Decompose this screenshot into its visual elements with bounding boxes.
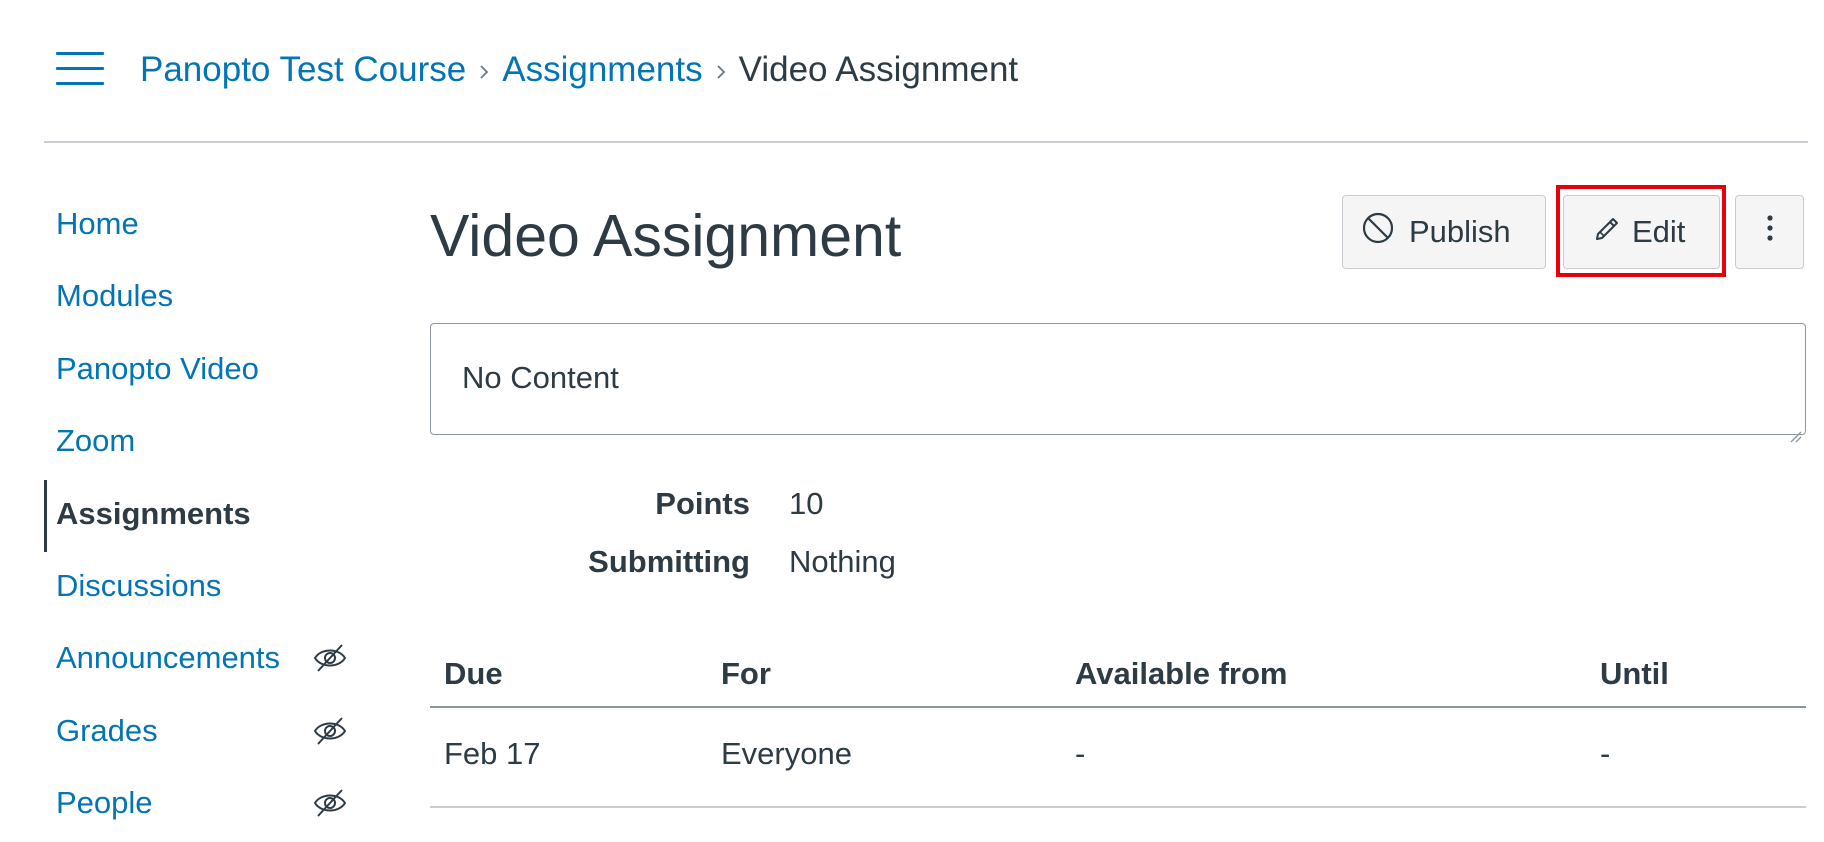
detail-label: Submitting (588, 544, 750, 579)
column-header-until: Until (1600, 656, 1669, 691)
table-cell-for: Everyone (721, 736, 852, 771)
detail-label: Points (655, 486, 750, 521)
column-header-available-from: Available from (1075, 656, 1288, 691)
breadcrumb: Panopto Test Course Assignments Video As… (140, 46, 1018, 94)
sidebar-item-home[interactable]: Home (44, 190, 364, 262)
table-cell-available-from: - (1075, 736, 1086, 771)
resize-grip-icon[interactable] (1786, 415, 1802, 443)
sidebar-item-discussions[interactable]: Discussions (44, 552, 364, 624)
detail-value: Nothing (789, 544, 896, 579)
table-row: Feb 17 Everyone - - (430, 708, 1806, 808)
breadcrumb-assignments[interactable]: Assignments (502, 50, 702, 90)
chevron-right-icon (703, 50, 739, 90)
dates-table: Due For Available from Until Feb 17 Ever… (430, 650, 1806, 808)
sidebar-item-label: Discussions (56, 567, 222, 603)
sidebar-item-label: Announcements (56, 640, 281, 676)
description-box: No Content (430, 323, 1806, 443)
publish-button-label: Publish (1409, 214, 1511, 249)
assignment-details: Points 10 Submitting Nothing (430, 480, 1130, 596)
pencil-icon (1592, 212, 1624, 252)
table-cell-due: Feb 17 (444, 736, 541, 771)
sidebar-item-label: Zoom (56, 423, 136, 459)
sidebar-item-label: Home (56, 206, 139, 241)
sidebar-item-label: Assignments (56, 495, 251, 531)
more-options-button[interactable] (1735, 195, 1804, 269)
detail-row-points: Points 10 (430, 480, 1130, 538)
table-header: Due For Available from Until (430, 650, 1806, 708)
description-text: No Content (462, 360, 619, 395)
sidebar-item-announcements[interactable]: Announcements (44, 624, 364, 696)
page-title: Video Assignment (430, 203, 902, 269)
eye-slash-icon (312, 642, 348, 674)
sidebar-item-label: Grades (56, 712, 158, 748)
sidebar-item-panopto-video[interactable]: Panopto Video (44, 335, 364, 407)
column-header-for: For (721, 656, 771, 691)
sidebar-item-grades[interactable]: Grades (44, 697, 364, 769)
detail-value: 10 (789, 486, 824, 521)
eye-slash-icon (312, 787, 348, 819)
breadcrumb-course[interactable]: Panopto Test Course (140, 50, 466, 90)
sidebar-item-label: Modules (56, 278, 174, 314)
sidebar-item-modules[interactable]: Modules (44, 262, 364, 334)
sidebar-item-label: Panopto Video (56, 350, 259, 386)
course-navigation: Home Modules Panopto Video Zoom Assignme… (44, 190, 364, 842)
sidebar-item-label: People (56, 785, 153, 821)
chevron-right-icon (466, 50, 502, 90)
detail-row-submitting: Submitting Nothing (430, 538, 1130, 596)
sidebar-item-people[interactable]: People (44, 769, 364, 841)
edit-button-label: Edit (1632, 214, 1686, 249)
eye-slash-icon (312, 715, 348, 747)
edit-button[interactable]: Edit (1563, 195, 1720, 269)
table-cell-until: - (1600, 736, 1611, 771)
column-header-due: Due (444, 656, 503, 691)
publish-button[interactable]: Publish (1342, 195, 1546, 269)
sidebar-item-assignments[interactable]: Assignments (44, 479, 364, 552)
top-bar: Panopto Test Course Assignments Video As… (44, 0, 1808, 143)
sidebar-item-zoom[interactable]: Zoom (44, 407, 364, 479)
breadcrumb-current: Video Assignment (738, 50, 1019, 89)
hamburger-menu-icon[interactable] (56, 50, 104, 88)
vertical-ellipsis-icon (1765, 212, 1775, 252)
unpublished-icon (1361, 211, 1395, 253)
